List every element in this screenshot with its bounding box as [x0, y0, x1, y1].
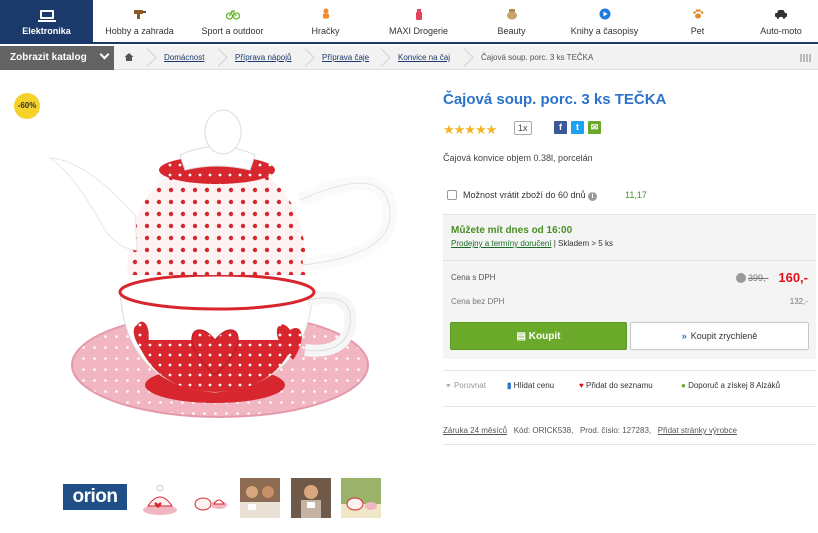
nav-item-pet[interactable]: Pet: [651, 0, 744, 43]
thumbnail[interactable]: [341, 478, 381, 518]
breadcrumb-item[interactable]: Příprava čaje: [322, 46, 369, 70]
thumbnail[interactable]: [240, 478, 280, 518]
product-meta: Záruka 24 měsíců Kód: ORICK538, Prod. čí…: [443, 426, 737, 435]
product-description: Čajová konvice objem 0.38l, porcelán: [443, 153, 593, 163]
buy-fast-button[interactable]: » Koupit zrychleně: [630, 322, 809, 350]
discount-badge: -60%: [14, 93, 40, 119]
nav-item-hracky[interactable]: Hračky: [279, 0, 372, 43]
email-icon[interactable]: ✉: [588, 121, 601, 134]
nav-item-hobby[interactable]: Hobby a zahrada: [93, 0, 186, 43]
paw-icon: [692, 9, 703, 19]
play-icon: [599, 8, 610, 20]
nav-underline: [0, 42, 818, 44]
breadcrumb-item[interactable]: Konvice na čaj: [398, 46, 450, 70]
buy-button[interactable]: ▤ Koupit: [450, 322, 627, 350]
bicycle-icon: [225, 9, 240, 20]
nav-item-drogerie[interactable]: MAXI Drogerie: [372, 0, 465, 43]
twitter-icon[interactable]: t: [571, 121, 584, 134]
watch-price-button[interactable]: ▮ Hlídat cenu: [507, 381, 554, 390]
facebook-icon[interactable]: f: [554, 121, 567, 134]
vendor-link[interactable]: Přidat stránky výrobce: [658, 426, 737, 435]
chevron-down-icon: [99, 49, 110, 60]
spray-icon: [415, 9, 422, 20]
product-actions: ⚭ Porovnat ▮ Hlídat cenu ♥ Přidat do sez…: [443, 381, 816, 397]
double-arrow-icon: »: [681, 331, 687, 341]
return-price: 11,17: [625, 190, 647, 200]
nav-item-beauty[interactable]: Beauty: [465, 0, 558, 43]
nav-item-knihy[interactable]: Knihy a časopisy: [558, 0, 651, 43]
warranty-link[interactable]: Záruka 24 měsíců: [443, 426, 507, 435]
price-novat: 132,-: [789, 297, 808, 306]
purchase-box: Můžete mít dnes od 16:00 Prodejny a term…: [443, 214, 816, 359]
wishlist-button[interactable]: ♥ Přidat do seznamu: [579, 381, 653, 390]
breadcrumb-separator: [147, 46, 157, 70]
divider: [443, 370, 816, 371]
info-icon[interactable]: i: [588, 192, 598, 201]
stock-status: | Skladem > 5 ks: [553, 239, 613, 248]
divider: [443, 406, 816, 407]
laptop-icon: [37, 10, 56, 22]
thumbnail[interactable]: [140, 478, 180, 518]
breadcrumb: Zobrazit katalog Domácnost Příprava nápo…: [0, 46, 818, 70]
divider: [443, 260, 816, 261]
thumbnail[interactable]: [291, 478, 331, 518]
old-price: 399,-: [748, 273, 769, 283]
nav-item-automoto[interactable]: Auto-moto: [744, 0, 818, 43]
breadcrumb-separator: [464, 46, 474, 70]
brand-logo[interactable]: orion: [63, 484, 127, 510]
return-checkbox[interactable]: [447, 190, 457, 200]
basket-icon: ▤: [516, 331, 526, 342]
info-icon[interactable]: [736, 273, 746, 283]
catalog-button[interactable]: Zobrazit katalog: [0, 46, 114, 70]
product-code: Kód: ORICK538,: [513, 426, 574, 435]
bar-chart-icon: ▮: [507, 381, 512, 390]
rating-count[interactable]: 1x: [514, 121, 532, 135]
recommend-button[interactable]: ● Doporuč a získej 8 Alzáků: [681, 381, 780, 390]
heart-icon: ♥: [579, 381, 584, 390]
breadcrumb-separator: [305, 46, 315, 70]
car-icon: [775, 10, 787, 19]
product-title: Čajová soup. porc. 3 ks TEČKA: [443, 91, 667, 108]
product-image[interactable]: [45, 100, 405, 430]
product-number: Prod. číslo: 127283,: [579, 426, 652, 435]
breadcrumb-separator: [381, 46, 391, 70]
home-icon[interactable]: [124, 52, 134, 62]
availability-detail: Prodejny a termíny doručení | Skladem > …: [451, 239, 613, 248]
person-icon: ●: [681, 381, 686, 390]
delivery-link[interactable]: Prodejny a termíny doručení: [451, 239, 552, 248]
grid-icon[interactable]: [800, 54, 812, 62]
thumbnail[interactable]: [190, 478, 230, 518]
nav-item-sport[interactable]: Sport a outdoor: [186, 0, 279, 43]
return-option[interactable]: Možnost vrátit zboží do 60 dnů i: [463, 190, 598, 201]
divider: [443, 444, 816, 445]
nav-item-elektronika[interactable]: Elektronika: [0, 0, 93, 43]
price: 160,-: [778, 270, 808, 285]
price-novat-label: Cena bez DPH: [451, 297, 505, 306]
breadcrumb-separator: [218, 46, 228, 70]
breadcrumb-item[interactable]: Příprava nápojů: [235, 46, 291, 70]
price-vat-label: Cena s DPH: [451, 273, 496, 282]
category-nav: Elektronika Hobby a zahrada Sport a outd…: [0, 0, 818, 44]
availability: Můžete mít dnes od 16:00: [451, 225, 573, 236]
glasses-icon: ⚭: [445, 381, 452, 390]
jar-icon: [506, 9, 517, 20]
breadcrumb-current: Čajová soup. porc. 3 ks TEČKA: [481, 53, 594, 62]
toy-icon: [322, 8, 329, 19]
drill-icon: [133, 10, 146, 19]
rating-stars[interactable]: ★★★★★: [443, 122, 497, 138]
breadcrumb-item[interactable]: Domácnost: [164, 46, 204, 70]
compare-button[interactable]: ⚭ Porovnat: [445, 381, 486, 390]
